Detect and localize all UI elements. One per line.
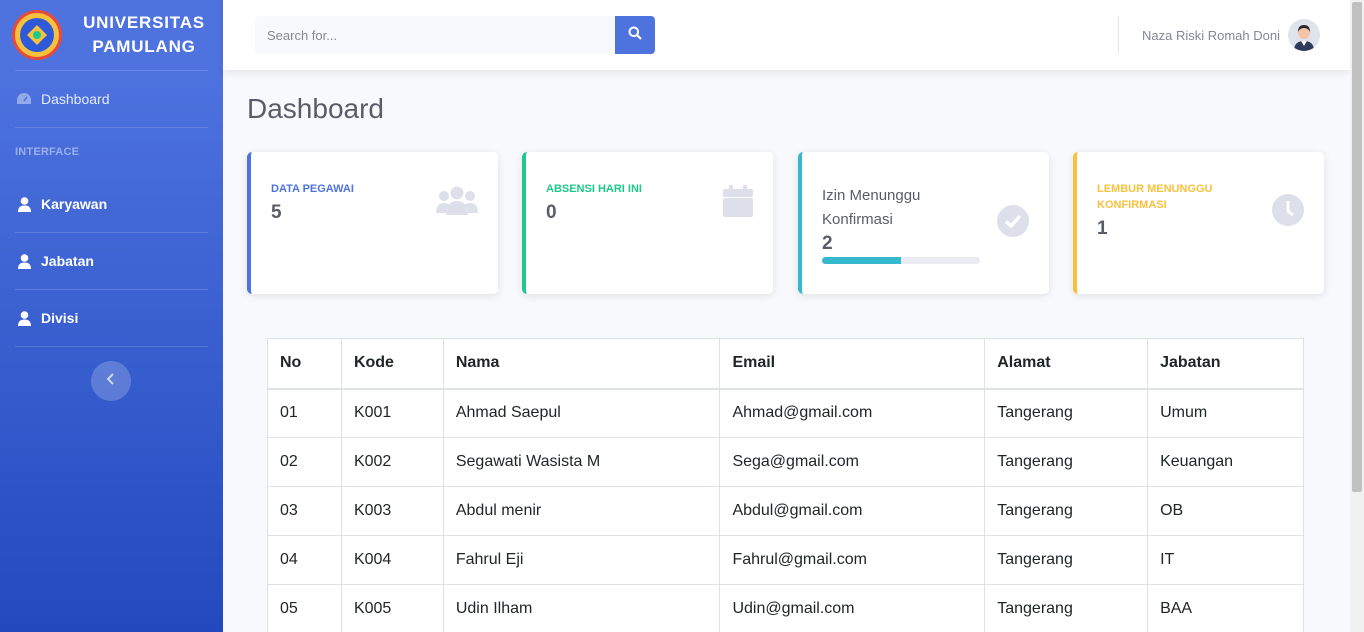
table-cell: 03 <box>267 486 342 536</box>
employee-table: No Kode Nama Email Alamat Jabatan 01 K00… <box>267 338 1304 632</box>
avatar[interactable] <box>1288 19 1320 51</box>
search-input[interactable] <box>255 16 615 54</box>
check-circle-icon <box>997 205 1029 242</box>
table-cell: 04 <box>267 535 342 585</box>
user-icon <box>16 253 32 269</box>
table-cell: Sega@gmail.com <box>719 437 986 487</box>
card-lembur-menunggu: LEMBUR MENUNGGU KONFIRMASI 1 <box>1073 152 1324 294</box>
card-value: 5 <box>271 202 282 223</box>
table-row: 05 K005 Udin Ilham Udin@gmail.com Tanger… <box>267 584 1304 632</box>
column-header-no: No <box>267 338 342 390</box>
table-cell: BAA <box>1147 584 1304 632</box>
table-row: 03 K003 Abdul menir Abdul@gmail.com Tang… <box>267 486 1304 536</box>
table-cell: K004 <box>340 535 444 585</box>
table-cell: K003 <box>340 486 444 536</box>
sidebar-divider <box>15 346 208 347</box>
sidebar-item-label: Dashboard <box>41 91 110 107</box>
users-icon <box>436 185 478 220</box>
table-header-row: No Kode Nama Email Alamat Jabatan <box>267 338 1304 390</box>
column-header-email: Email <box>719 338 986 390</box>
table-cell: 05 <box>267 584 342 632</box>
sidebar-brand[interactable]: UNIVERSITAS PAMULANG <box>0 0 223 70</box>
card-label: ABSENSI HARI INI <box>546 183 642 195</box>
page-title: Dashboard <box>247 93 384 124</box>
search-form <box>255 16 655 54</box>
brand-line1: UNIVERSITAS <box>83 13 205 32</box>
column-header-jabatan: Jabatan <box>1147 338 1304 390</box>
user-dropdown[interactable]: Naza Riski Romah Doni <box>1142 19 1320 51</box>
table-cell: Umum <box>1147 388 1304 438</box>
table-cell: Tangerang <box>984 388 1149 438</box>
brand-line2: PAMULANG <box>92 37 196 56</box>
sidebar-item-label: Karyawan <box>41 196 108 212</box>
sidebar-item-karyawan[interactable]: Karyawan <box>0 176 223 232</box>
brand-text: UNIVERSITAS PAMULANG <box>74 11 214 59</box>
scrollbar-thumb[interactable] <box>1352 2 1362 492</box>
table-cell: Ahmad Saepul <box>442 388 721 438</box>
user-icon <box>16 310 32 326</box>
card-label: LEMBUR MENUNGGU KONFIRMASI <box>1097 183 1213 211</box>
search-icon <box>628 26 642 45</box>
table-row: 01 K001 Ahmad Saepul Ahmad@gmail.com Tan… <box>267 388 1304 438</box>
sidebar: UNIVERSITAS PAMULANG Dashboard INTERFACE… <box>0 0 223 632</box>
chevron-left-icon <box>106 372 116 390</box>
table-cell: Tangerang <box>984 584 1149 632</box>
sidebar-item-dashboard[interactable]: Dashboard <box>0 71 223 127</box>
tachometer-icon <box>16 91 32 107</box>
sidebar-item-jabatan[interactable]: Jabatan <box>0 233 223 289</box>
sidebar-item-divisi[interactable]: Divisi <box>0 290 223 346</box>
user-icon <box>16 196 32 212</box>
user-name: Naza Riski Romah Doni <box>1142 27 1280 43</box>
search-button[interactable] <box>615 16 655 54</box>
table-row: 02 K002 Segawati Wasista M Sega@gmail.co… <box>267 437 1304 487</box>
calendar-icon <box>723 185 753 222</box>
page-scrollbar[interactable] <box>1350 0 1364 632</box>
table-cell: Keuangan <box>1147 437 1304 487</box>
topbar-divider <box>1118 16 1119 54</box>
sidebar-toggle-button[interactable] <box>91 361 131 401</box>
table-cell: IT <box>1147 535 1304 585</box>
progress-fill <box>822 257 901 264</box>
table-cell: K002 <box>340 437 444 487</box>
table-cell: Abdul@gmail.com <box>719 486 986 536</box>
table-cell: Tangerang <box>984 535 1149 585</box>
card-absensi-hari-ini: ABSENSI HARI INI 0 <box>522 152 773 294</box>
sidebar-heading: INTERFACE <box>15 146 80 158</box>
employee-table-container: No Kode Nama Email Alamat Jabatan 01 K00… <box>267 338 1304 632</box>
table-row: 04 K004 Fahrul Eji Fahrul@gmail.com Tang… <box>267 535 1304 585</box>
table-cell: Tangerang <box>984 486 1149 536</box>
sidebar-item-label: Jabatan <box>41 253 94 269</box>
university-logo <box>12 10 62 60</box>
table-cell: Ahmad@gmail.com <box>719 388 986 438</box>
table-cell: OB <box>1147 486 1304 536</box>
table-cell: 01 <box>267 388 342 438</box>
table-cell: Tangerang <box>984 437 1149 487</box>
table-cell: K001 <box>340 388 444 438</box>
card-value: 0 <box>546 202 557 223</box>
table-cell: K005 <box>340 584 444 632</box>
table-cell: Segawati Wasista M <box>442 437 721 487</box>
table-cell: Udin@gmail.com <box>719 584 986 632</box>
column-header-kode: Kode <box>340 338 444 390</box>
card-label: Izin Menunggu Konfirmasi <box>822 187 921 228</box>
sidebar-item-label: Divisi <box>41 310 79 326</box>
card-progress <box>822 257 980 264</box>
column-header-alamat: Alamat <box>984 338 1149 390</box>
clock-icon <box>1272 194 1304 231</box>
column-header-nama: Nama <box>442 338 721 390</box>
table-cell: Udin Ilham <box>442 584 721 632</box>
card-label: DATA PEGAWAI <box>271 183 354 195</box>
card-value: 1 <box>1097 218 1108 239</box>
card-value: 2 <box>822 233 833 254</box>
table-cell: Fahrul Eji <box>442 535 721 585</box>
table-cell: Fahrul@gmail.com <box>719 535 986 585</box>
table-cell: 02 <box>267 437 342 487</box>
table-cell: Abdul menir <box>442 486 721 536</box>
card-data-pegawai: DATA PEGAWAI 5 <box>247 152 498 294</box>
card-izin-menunggu: Izin Menunggu Konfirmasi 2 <box>798 152 1049 294</box>
topbar: Naza Riski Romah Doni <box>223 0 1350 70</box>
